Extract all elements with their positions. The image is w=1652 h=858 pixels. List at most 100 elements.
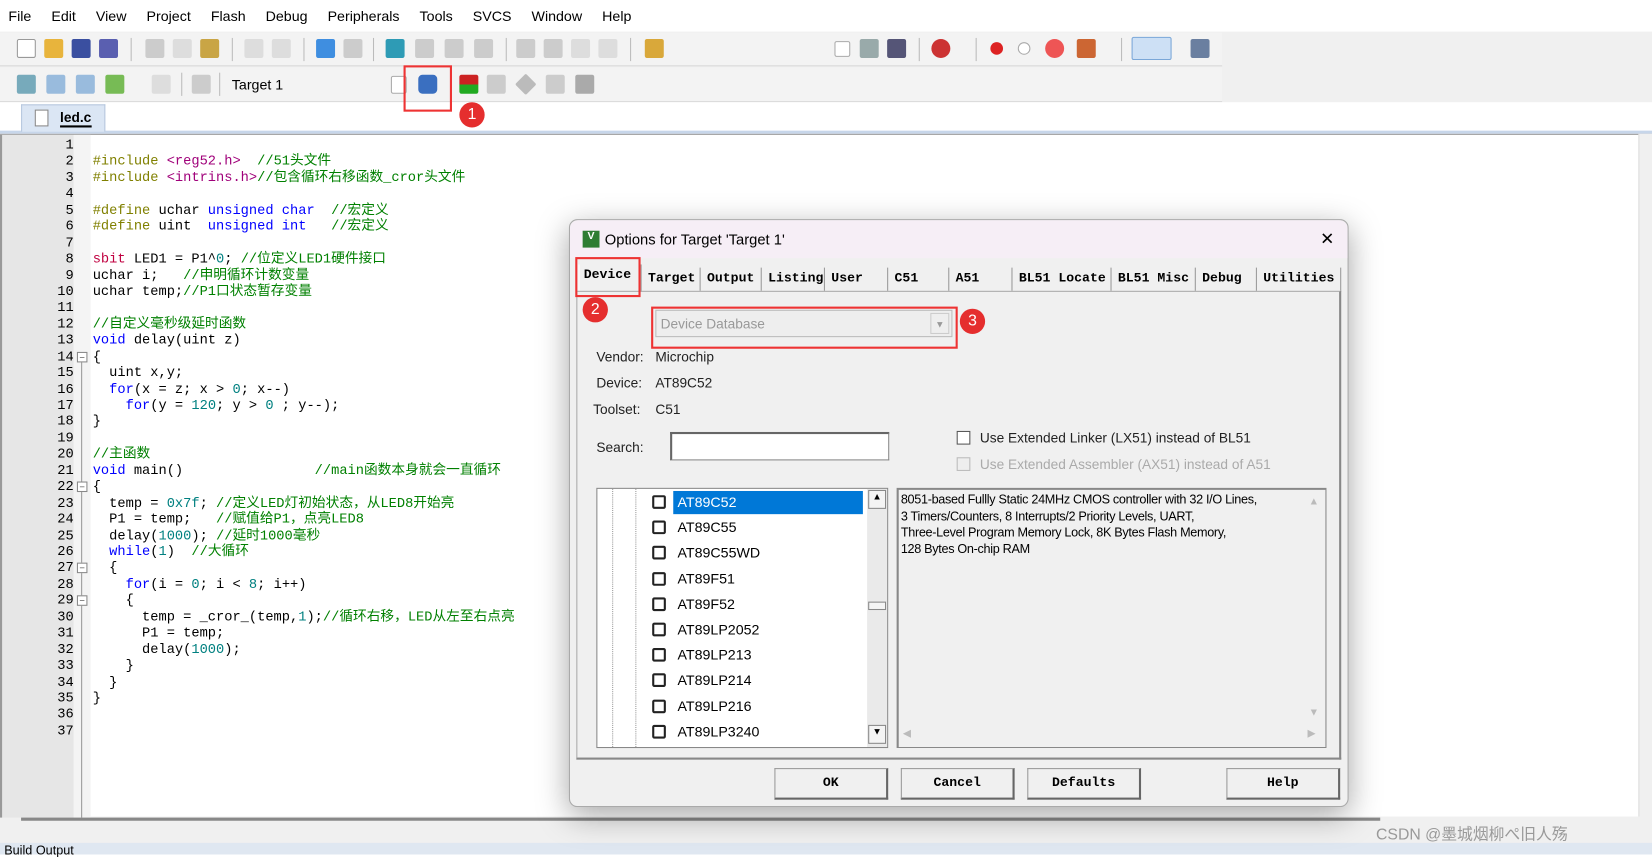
tab-user[interactable]: User [827,267,889,291]
redo-icon[interactable] [271,38,291,58]
bookmark-icon[interactable] [385,38,405,58]
tab-target[interactable]: Target [643,267,701,291]
fold-toggle-icon[interactable]: − [76,351,88,363]
extended-linker-label[interactable]: Use Extended Linker (LX51) instead of BL… [980,430,1251,446]
tab-output[interactable]: Output [702,267,762,291]
copy-icon[interactable] [172,38,192,58]
menu-file[interactable]: File [8,8,31,24]
device-tree[interactable]: AT89C52 AT89C55 AT89C55WD AT89F51 AT89F52 AT8… [596,487,889,749]
device-list-item[interactable]: AT89C52 [673,490,863,515]
save-all-icon[interactable] [99,38,119,58]
chip-icon [652,495,666,509]
build-icon[interactable] [46,74,66,94]
tab-listing[interactable]: Listing [763,267,825,291]
menu-window[interactable]: Window [532,8,583,24]
fold-toggle-icon[interactable]: − [76,481,88,493]
manage-rte-icon[interactable] [515,73,537,96]
nav-forward-icon[interactable] [343,38,363,58]
device-list-item[interactable]: AT89LP214 [673,669,756,692]
extended-linker-checkbox[interactable] [956,430,971,445]
tab-c51[interactable]: C51 [890,267,950,291]
save-icon[interactable] [71,38,91,58]
next-bookmark-icon[interactable] [444,38,464,58]
open-folder-icon[interactable] [44,38,64,58]
disable-breakpoint-icon[interactable] [1017,42,1031,55]
configure-icon[interactable] [1190,38,1210,58]
code-token: sbit [92,250,126,267]
kill-breakpoints-icon[interactable] [1045,38,1065,58]
menu-edit[interactable]: Edit [51,8,76,24]
tab-led-c[interactable]: led.c [21,104,106,132]
prev-bookmark-icon[interactable] [415,38,435,58]
manage-project-icon[interactable] [459,74,479,94]
cut-icon[interactable] [145,38,165,58]
menu-view[interactable]: View [96,8,127,24]
defaults-button[interactable]: Defaults [1027,768,1142,800]
scroll-up-icon[interactable]: ▲ [1309,496,1319,508]
device-list-item[interactable]: AT89LP216 [673,695,756,718]
unindent-icon[interactable] [543,38,563,58]
menu-svcs[interactable]: SVCS [473,8,512,24]
menu-tools[interactable]: Tools [420,8,453,24]
disable-all-icon[interactable] [1076,38,1096,58]
device-list-item[interactable]: AT89LP2052 [673,618,763,641]
fold-toggle-icon[interactable]: − [76,563,88,574]
stop-build-icon[interactable] [151,74,171,94]
download-icon[interactable] [191,74,211,94]
search-input[interactable] [670,431,890,461]
debug-session-icon[interactable] [931,38,951,58]
device-list-item[interactable]: AT89LP213 [673,644,756,667]
fold-toggle-icon[interactable]: − [76,595,88,607]
scroll-down-icon[interactable]: ▼ [868,724,887,744]
components-icon[interactable] [575,74,595,94]
menu-help[interactable]: Help [602,8,631,24]
help-button[interactable]: Help [1226,768,1341,800]
dropdown-icon[interactable] [834,41,851,57]
undo-icon[interactable] [244,38,264,58]
translate-icon[interactable] [16,74,36,94]
scroll-left-icon[interactable]: ◀ [903,728,911,740]
nav-back-icon[interactable] [316,38,336,58]
device-list-item[interactable]: AT89F52 [673,593,739,616]
cancel-button[interactable]: Cancel [900,768,1015,800]
tab-utilities[interactable]: Utilities [1259,267,1342,291]
pack-installer-icon[interactable] [545,74,565,94]
device-tree-scrollbar[interactable]: ▲ ▼ [867,488,888,748]
menu-flash[interactable]: Flash [211,8,246,24]
menu-debug[interactable]: Debug [266,8,308,24]
device-list-item[interactable]: AT89C55WD [673,542,764,565]
tab-bl51-locate[interactable]: BL51 Locate [1014,267,1112,291]
batch-build-icon[interactable] [105,74,125,94]
find-icon[interactable] [859,38,879,58]
scroll-down-icon[interactable]: ▼ [1309,707,1319,719]
menu-project[interactable]: Project [147,8,191,24]
indent-icon[interactable] [516,38,536,58]
editor-vertical-scrollbar[interactable] [1638,133,1652,817]
rebuild-icon[interactable] [75,74,95,94]
scroll-up-icon[interactable]: ▲ [868,489,887,509]
close-icon[interactable]: ✕ [1320,229,1334,250]
scroll-right-icon[interactable]: ▶ [1308,728,1316,740]
window-layout-icon[interactable] [1131,36,1172,61]
incremental-find-icon[interactable] [887,38,907,58]
tab-a51[interactable]: A51 [951,267,1013,291]
scroll-thumb[interactable] [868,601,887,611]
device-list-item[interactable]: AT89C55 [673,516,740,539]
editor-horizontal-scrollbar[interactable] [21,817,1381,821]
tab-debug[interactable]: Debug [1197,267,1257,291]
find-in-files-icon[interactable] [644,38,664,58]
device-list-item[interactable]: AT89LP3240 [673,720,763,743]
target-select[interactable]: Target 1 [232,77,283,93]
uncomment-icon[interactable] [598,38,618,58]
comment-icon[interactable] [571,38,591,58]
device-list-item[interactable]: AT89F51 [673,567,739,590]
breakpoint-icon[interactable] [990,42,1004,55]
tab-bl51-misc[interactable]: BL51 Misc [1113,267,1196,291]
new-file-icon[interactable] [16,38,36,58]
select-packs-icon[interactable] [486,74,506,94]
clear-bookmarks-icon[interactable] [474,38,494,58]
ok-button[interactable]: OK [774,768,889,800]
paste-icon[interactable] [200,38,220,58]
menu-peripherals[interactable]: Peripherals [328,8,400,24]
